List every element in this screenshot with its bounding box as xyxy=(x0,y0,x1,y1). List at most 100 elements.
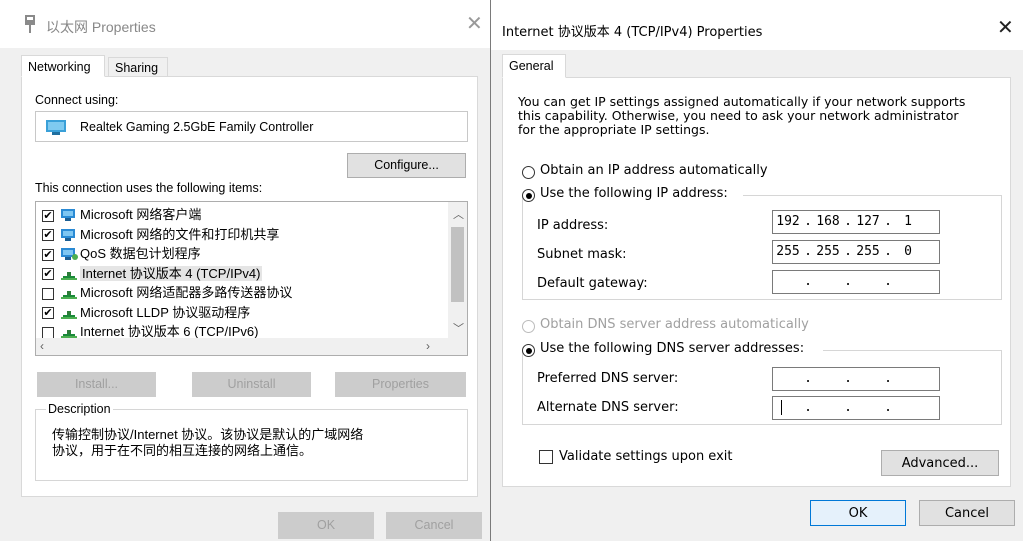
tab-general-label: General xyxy=(509,59,554,73)
right-window-title: Internet 协议版本 4 (TCP/IPv4) Properties xyxy=(502,25,763,40)
intro-text-line1: You can get IP settings assigned automat… xyxy=(518,94,966,109)
alternate-dns-label: Alternate DNS server: xyxy=(537,400,679,415)
configure-button[interactable]: Configure... xyxy=(347,153,466,178)
right-ok-label: OK xyxy=(848,506,868,521)
tab-networking[interactable]: Networking xyxy=(21,55,105,77)
item-checkbox[interactable]: ✔ xyxy=(42,307,54,320)
list-item[interactable]: ✔ QoS 数据包计划程序 xyxy=(36,244,448,264)
qos-icon xyxy=(60,248,78,261)
close-icon[interactable]: ✕ xyxy=(466,14,483,34)
general-panel: You can get IP settings assigned automat… xyxy=(502,77,1011,487)
adapter-name: Realtek Gaming 2.5GbE Family Controller xyxy=(80,120,314,134)
intro-text-line2: this capability. Otherwise, you need to … xyxy=(518,108,959,123)
ip-address-field[interactable]: 192. 168. 127. 1 xyxy=(772,210,940,234)
list-item-label: Microsoft LLDP 协议驱动程序 xyxy=(80,304,251,320)
use-following-dns-label[interactable]: Use the following DNS server addresses: xyxy=(540,341,804,356)
properties-button[interactable]: Properties xyxy=(335,372,466,397)
left-cancel-button[interactable]: Cancel xyxy=(386,512,482,539)
list-item[interactable]: Microsoft 网络适配器多路传送器协议 xyxy=(36,283,448,303)
obtain-ip-auto-label[interactable]: Obtain an IP address automatically xyxy=(540,163,768,178)
right-cancel-label: Cancel xyxy=(944,506,990,521)
list-item[interactable]: ✔ Internet 协议版本 4 (TCP/IPv4) xyxy=(36,264,448,284)
ip-group-top-line xyxy=(743,195,1002,196)
list-item-label: Internet 协议版本 6 (TCP/IPv6) xyxy=(80,324,259,339)
uninstall-button[interactable]: Uninstall xyxy=(192,372,311,397)
networking-panel: Connect using: Realtek Gaming 2.5GbE Fam… xyxy=(21,76,478,497)
scroll-right-icon[interactable]: › xyxy=(426,339,430,353)
items-label: This connection uses the following items… xyxy=(35,181,263,195)
obtain-ip-auto-radio[interactable] xyxy=(522,166,535,179)
uninstall-label: Uninstall xyxy=(227,377,276,391)
validate-label[interactable]: Validate settings upon exit xyxy=(559,449,732,464)
description-label: Description xyxy=(46,402,113,416)
preferred-dns-field[interactable]: ... xyxy=(772,367,940,391)
components-list-items: ✔ Microsoft 网络客户端 ✔ Microsoft 网络的文件和打印机共享 ✔ Q… xyxy=(36,205,448,342)
right-title-bar: Internet 协议版本 4 (TCP/IPv4) Properties ✕ xyxy=(491,0,1023,50)
protocol-icon xyxy=(60,307,78,320)
list-item[interactable]: ✔ Microsoft 网络客户端 xyxy=(36,205,448,225)
subnet-mask-label: Subnet mask: xyxy=(537,247,627,262)
use-following-ip-label[interactable]: Use the following IP address: xyxy=(540,186,728,201)
install-button[interactable]: Install... xyxy=(37,372,156,397)
left-ok-button[interactable]: OK xyxy=(278,512,374,539)
item-checkbox[interactable] xyxy=(42,326,54,339)
tab-sharing-label: Sharing xyxy=(115,61,159,75)
use-following-dns-radio[interactable] xyxy=(522,344,535,357)
mask-octet-1: 255 xyxy=(776,244,800,259)
mask-octet-3: 255 xyxy=(856,244,880,259)
item-checkbox[interactable] xyxy=(42,287,54,300)
ip-address-label: IP address: xyxy=(537,218,609,233)
install-label: Install... xyxy=(74,377,119,391)
advanced-label: Advanced... xyxy=(901,456,979,471)
advanced-button[interactable]: Advanced... xyxy=(881,450,999,476)
item-checkbox[interactable]: ✔ xyxy=(42,248,54,261)
list-item-label: Internet 协议版本 4 (TCP/IPv4) xyxy=(80,265,263,281)
list-item-label: QoS 数据包计划程序 xyxy=(80,246,201,261)
tab-sharing[interactable]: Sharing xyxy=(108,57,168,77)
default-gateway-field[interactable]: ... xyxy=(772,270,940,294)
alternate-dns-field[interactable]: ... xyxy=(772,396,940,420)
tab-general[interactable]: General xyxy=(502,54,566,78)
list-item[interactable]: ✔ Microsoft 网络的文件和打印机共享 xyxy=(36,225,448,245)
ethernet-properties-dialog: 以太网 Properties ✕ Networking Sharing Conn… xyxy=(0,0,490,541)
obtain-dns-auto-label[interactable]: Obtain DNS server address automatically xyxy=(540,317,809,332)
subnet-mask-field[interactable]: 255. 255. 255. 0 xyxy=(772,240,940,264)
list-horizontal-scrollbar[interactable]: ‹ › xyxy=(36,338,467,355)
preferred-dns-label: Preferred DNS server: xyxy=(537,371,679,386)
item-checkbox[interactable]: ✔ xyxy=(42,268,54,281)
scroll-left-icon[interactable]: ‹ xyxy=(40,339,44,353)
ip-octet-1: 192 xyxy=(776,214,800,229)
list-item-label: Microsoft 网络适配器多路传送器协议 xyxy=(80,285,293,300)
network-adapter-icon xyxy=(24,15,36,36)
mask-octet-2: 255 xyxy=(816,244,840,259)
item-checkbox[interactable]: ✔ xyxy=(42,209,54,222)
intro-text-line3: for the appropriate IP settings. xyxy=(518,122,710,137)
connect-using-label: Connect using: xyxy=(35,93,119,107)
left-ok-label: OK xyxy=(316,518,336,532)
list-vertical-scrollbar[interactable]: ︿ ﹀ xyxy=(448,202,467,338)
use-following-ip-radio[interactable] xyxy=(522,189,535,202)
mask-octet-4: 0 xyxy=(904,244,912,259)
obtain-dns-auto-radio[interactable] xyxy=(522,320,535,333)
scroll-thumb[interactable] xyxy=(451,227,464,302)
ipv4-properties-dialog: Internet 协议版本 4 (TCP/IPv4) Properties ✕ … xyxy=(490,0,1023,541)
close-icon[interactable]: ✕ xyxy=(997,18,1014,38)
right-cancel-button[interactable]: Cancel xyxy=(919,500,1015,526)
right-ok-button[interactable]: OK xyxy=(810,500,906,526)
left-title-bar: 以太网 Properties ✕ xyxy=(0,0,490,48)
scroll-down-icon[interactable]: ﹀ xyxy=(453,320,464,336)
properties-label: Properties xyxy=(372,377,429,391)
file-share-icon xyxy=(60,228,78,242)
protocol-icon xyxy=(60,287,78,300)
tab-networking-label: Networking xyxy=(28,60,91,74)
network-client-icon xyxy=(60,209,78,222)
components-list: ✔ Microsoft 网络客户端 ✔ Microsoft 网络的文件和打印机共享 ✔ Q… xyxy=(35,201,468,356)
left-cancel-label: Cancel xyxy=(414,518,454,532)
default-gateway-label: Default gateway: xyxy=(537,276,648,291)
scroll-up-icon[interactable]: ︿ xyxy=(453,206,464,222)
validate-checkbox[interactable] xyxy=(539,450,553,464)
item-checkbox[interactable]: ✔ xyxy=(42,229,54,242)
adapter-field: Realtek Gaming 2.5GbE Family Controller xyxy=(35,111,468,142)
list-item[interactable]: ✔ Microsoft LLDP 协议驱动程序 xyxy=(36,303,448,323)
description-text-line2: 协议，用于在不同的相互连接的网络上通信。 xyxy=(52,443,313,458)
